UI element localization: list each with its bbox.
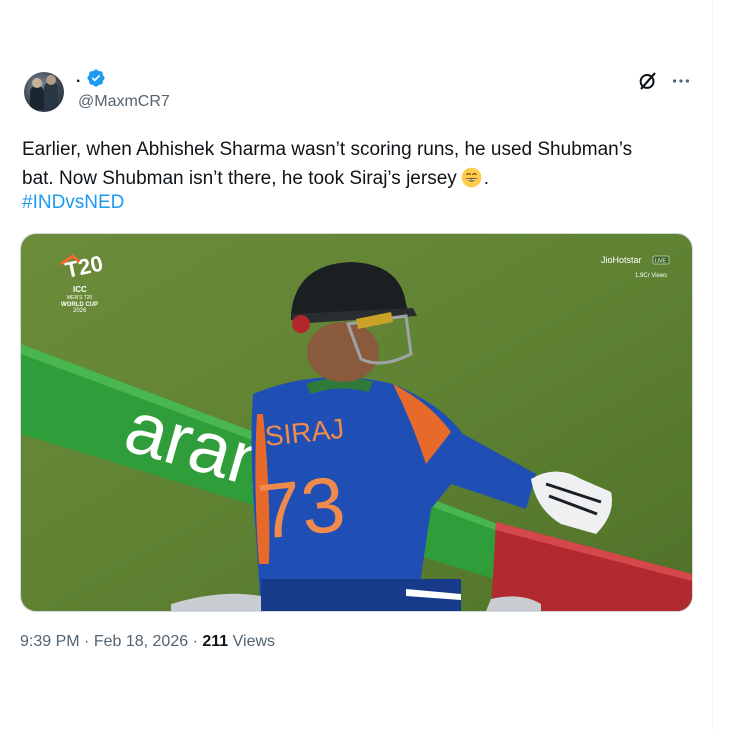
avatar[interactable]	[24, 72, 64, 112]
display-name[interactable]: .	[76, 69, 80, 87]
svg-text:2026: 2026	[73, 308, 87, 314]
author-handle[interactable]: @MaxmCR7	[78, 93, 170, 111]
meta-separator: ·	[84, 633, 90, 650]
svg-text:MEN'S T20: MEN'S T20	[67, 295, 93, 301]
svg-text:1.9Cr Views: 1.9Cr Views	[635, 273, 667, 279]
tweet-media[interactable]: aran SIRAJ 73 T20 ICC MEN'S T20 WORLD CU…	[20, 233, 693, 612]
tweet-meta: 9:39 PM · Feb 18, 2026 · 211 Views	[20, 633, 275, 651]
more-icon[interactable]	[670, 70, 692, 92]
tweet-text-line2: bat. Now Shubman isn’t there, he took Si…	[22, 167, 490, 189]
svg-text:JioHotstar: JioHotstar	[601, 255, 642, 265]
views-count: 211	[202, 633, 229, 650]
meta-separator: ·	[192, 633, 198, 650]
verified-badge-icon	[87, 69, 105, 87]
tweet-date[interactable]: Feb 18, 2026	[94, 633, 188, 650]
views-label: Views	[232, 633, 276, 650]
tweet-time[interactable]: 9:39 PM	[20, 633, 80, 650]
jersey-number: 73	[254, 459, 349, 556]
tweet-text: Earlier, when Abhishek Sharma wasn’t sco…	[22, 135, 702, 193]
svg-text:ICC: ICC	[73, 285, 87, 294]
svg-text:LIVE: LIVE	[655, 259, 667, 265]
grok-icon[interactable]	[637, 70, 659, 92]
tweet-text-line1: Earlier, when Abhishek Sharma wasn’t sco…	[22, 139, 633, 160]
hashtag-link[interactable]: #INDvsNED	[22, 192, 124, 214]
cricket-photo: aran SIRAJ 73 T20 ICC MEN'S T20 WORLD CU…	[21, 234, 692, 611]
tweet-card: . @MaxmCR7 Earlier, when Abhishek Sharma…	[0, 0, 713, 730]
author-name-row: .	[76, 68, 106, 88]
grinning-face-emoji-icon	[461, 167, 482, 188]
